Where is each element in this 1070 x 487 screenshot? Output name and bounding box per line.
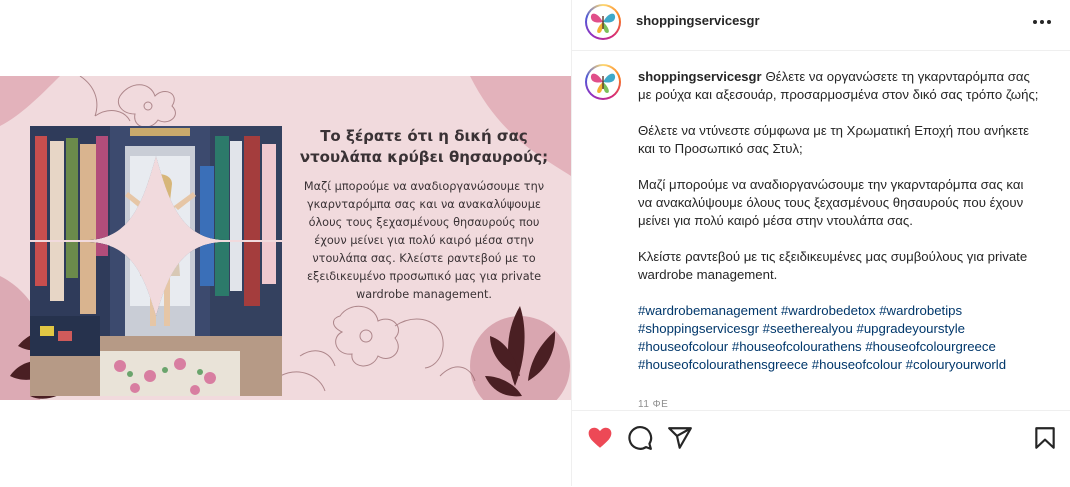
hashtag-link[interactable]: #houseofcolourathensgreece — [638, 357, 808, 372]
hashtag-link[interactable]: #houseofcolour — [812, 357, 902, 372]
caption-username[interactable]: shoppingservicesgr — [638, 69, 762, 84]
hashtag-link[interactable]: #wardrobetips — [879, 303, 962, 318]
bookmark-icon[interactable] — [1032, 425, 1058, 451]
hashtag-link[interactable]: #colouryourworld — [906, 357, 1006, 372]
hashtag-link[interactable]: #houseofcolourathens — [732, 339, 862, 354]
post-image-title: Το ξέρατε ότι η δική σας ντουλάπα κρύβει… — [299, 127, 549, 166]
hashtag-link[interactable]: #upgradeyourstyle — [857, 321, 966, 336]
share-icon[interactable] — [667, 425, 693, 451]
floral-outline-top — [79, 76, 176, 128]
hashtag-link[interactable]: #wardrobemanagement — [638, 303, 777, 318]
post-image[interactable]: Το ξέρατε ότι η δική σας ντουλάπα κρύβει… — [0, 76, 571, 400]
caption-paragraph: Κλείστε ραντεβού με τις εξειδικευμένες μ… — [638, 249, 1028, 282]
more-horizontal-icon[interactable] — [1030, 12, 1054, 32]
closet-photo — [30, 126, 282, 396]
butterfly-logo-icon — [590, 13, 616, 33]
header-username[interactable]: shoppingservicesgr — [636, 13, 760, 28]
post-caption: shoppingservicesgr Θέλετε να οργανώσετε τ… — [638, 68, 1040, 374]
hashtag-link[interactable]: #houseofcolour — [638, 339, 728, 354]
hashtag-link[interactable]: #shoppingservicesgr — [638, 321, 759, 336]
floral-outline-bottom — [279, 306, 476, 392]
post-image-body: Μαζί μπορούμε να αναδιοργανώσουμε την γκ… — [303, 180, 545, 301]
caption-paragraph: shoppingservicesgr Θέλετε να οργανώσετε τ… — [638, 68, 1040, 104]
hashtag-link[interactable]: #seetherealyou — [763, 321, 853, 336]
post-actions-bar — [572, 410, 1070, 487]
post-timestamp[interactable]: 11 ΦΕ — [638, 399, 668, 410]
caption-paragraph: Θέλετε να ντύνεστε σύμφωνα με τη Χρωματι… — [638, 123, 1030, 156]
heart-icon[interactable] — [587, 425, 613, 451]
avatar[interactable] — [585, 4, 621, 40]
post-header: shoppingservicesgr — [572, 0, 1070, 51]
butterfly-logo-icon — [590, 73, 616, 93]
caption-paragraph: Μαζί μπορούμε να αναδιοργανώσουμε την γκ… — [638, 177, 1024, 228]
hashtag-list: #wardrobemanagement #wardrobedetox #ward… — [638, 302, 1040, 374]
post-image-text: Το ξέρατε ότι η δική σας ντουλάπα κρύβει… — [296, 126, 552, 304]
comment-icon[interactable] — [627, 425, 653, 451]
hashtag-link[interactable]: #wardrobedetox — [781, 303, 876, 318]
caption-avatar[interactable] — [585, 64, 621, 100]
hashtag-link[interactable]: #houseofcolourgreece — [865, 339, 996, 354]
